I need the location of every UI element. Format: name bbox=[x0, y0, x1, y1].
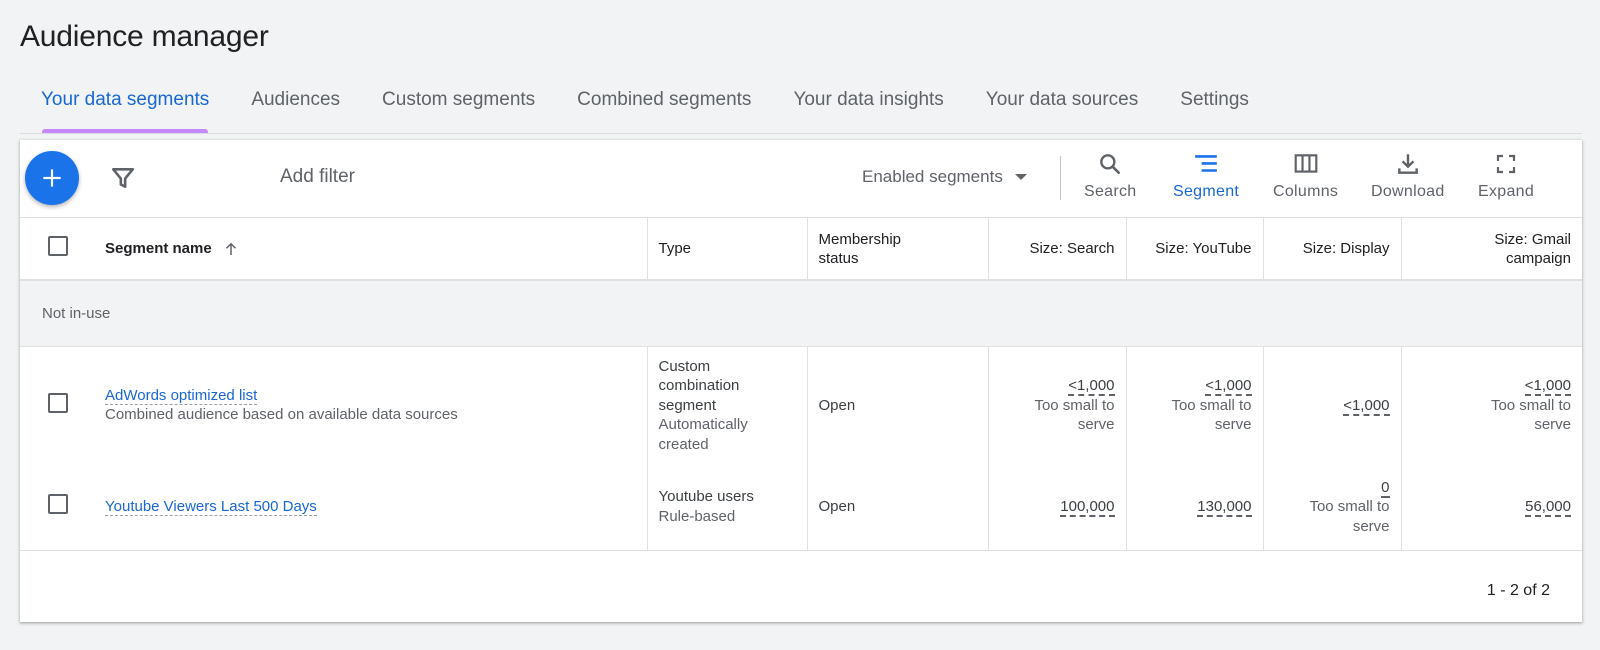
download-button[interactable]: Download bbox=[1371, 150, 1445, 201]
row-select-cell bbox=[20, 464, 94, 551]
segments-table: Segment name Type Membership status Size… bbox=[20, 218, 1582, 551]
download-label: Download bbox=[1371, 183, 1445, 200]
size-gmail-value[interactable]: 56,000 bbox=[1525, 498, 1571, 517]
segment-name-cell: AdWords optimized list Combined audience… bbox=[94, 346, 648, 464]
size-youtube-value[interactable]: <1,000 bbox=[1205, 377, 1252, 396]
size-display-value[interactable]: 0 bbox=[1381, 478, 1390, 498]
col-size-gmail[interactable]: Size: Gmail campaign bbox=[1401, 218, 1582, 281]
arrow-up-icon bbox=[225, 242, 236, 255]
membership-status-cell: Open bbox=[807, 346, 989, 464]
segment-icon bbox=[1195, 155, 1217, 172]
row-select-cell bbox=[20, 346, 94, 464]
expand-icon bbox=[1496, 154, 1516, 174]
col-membership-status-label: Membership status bbox=[818, 230, 902, 267]
columns-label: Columns bbox=[1273, 183, 1339, 200]
type-secondary: Rule-based bbox=[658, 507, 736, 525]
add-filter-button[interactable]: Add filter bbox=[280, 166, 355, 188]
type-secondary: Automatically created bbox=[658, 416, 748, 453]
expand-label: Expand bbox=[1478, 183, 1535, 200]
size-display-value[interactable]: <1,000 bbox=[1343, 396, 1390, 416]
search-icon bbox=[1100, 154, 1121, 174]
col-type[interactable]: Type bbox=[647, 218, 808, 281]
audience-manager-page: Audience manager Your data segments Audi… bbox=[0, 0, 1600, 650]
size-youtube-note: Too small to serve bbox=[1171, 396, 1252, 434]
table-toolbar: Add filter Enabled segments Search Segme… bbox=[20, 140, 1582, 218]
tab-audiences[interactable]: Audiences bbox=[230, 82, 361, 133]
size-youtube-value[interactable]: 130,000 bbox=[1197, 498, 1252, 517]
group-row-not-in-use: Not in-use bbox=[20, 280, 1582, 347]
size-youtube-cell: <1,000 Too small to serve bbox=[1126, 346, 1264, 464]
segment-name-cell: Youtube Viewers Last 500 Days bbox=[94, 464, 648, 551]
tab-settings[interactable]: Settings bbox=[1159, 82, 1270, 133]
membership-status-cell: Open bbox=[807, 464, 989, 551]
dropdown-value: Enabled segments bbox=[862, 167, 1003, 186]
tab-your-data-sources[interactable]: Your data sources bbox=[965, 82, 1159, 133]
segment-name-link[interactable]: AdWords optimized list bbox=[105, 386, 258, 405]
table-header-row: Segment name Type Membership status Size… bbox=[20, 218, 1582, 281]
type-cell: Youtube users Rule-based bbox=[647, 464, 808, 551]
size-search-value[interactable]: <1,000 bbox=[1068, 377, 1115, 396]
tab-your-data-insights[interactable]: Your data insights bbox=[772, 82, 964, 133]
tab-custom-segments[interactable]: Custom segments bbox=[361, 82, 556, 133]
caret-down-icon bbox=[1014, 174, 1027, 180]
col-segment-name-label: Segment name bbox=[105, 240, 212, 257]
plus-icon bbox=[43, 169, 61, 187]
type-primary: Youtube users bbox=[658, 488, 754, 506]
size-search-note: Too small to serve bbox=[1034, 396, 1115, 434]
col-size-display[interactable]: Size: Display bbox=[1263, 218, 1402, 281]
col-size-search[interactable]: Size: Search bbox=[988, 218, 1127, 281]
tab-combined-segments[interactable]: Combined segments bbox=[556, 82, 772, 133]
size-gmail-cell: 56,000 bbox=[1401, 464, 1582, 551]
select-all-checkbox[interactable] bbox=[48, 236, 68, 256]
columns-button[interactable]: Columns bbox=[1273, 150, 1338, 201]
size-display-note: Too small to serve bbox=[1309, 498, 1390, 535]
row-checkbox[interactable] bbox=[48, 392, 68, 413]
table-row: AdWords optimized list Combined audience… bbox=[20, 346, 1582, 464]
col-size-youtube[interactable]: Size: YouTube bbox=[1126, 218, 1264, 281]
segment-button[interactable]: Segment bbox=[1173, 150, 1239, 201]
select-all-cell bbox=[20, 218, 94, 281]
expand-button[interactable]: Expand bbox=[1478, 150, 1534, 201]
table-row: Youtube Viewers Last 500 Days Youtube us… bbox=[20, 464, 1582, 551]
size-gmail-value[interactable]: <1,000 bbox=[1524, 377, 1571, 396]
search-button[interactable]: Search bbox=[1084, 150, 1137, 201]
size-display-cell: 0 Too small to serve bbox=[1263, 464, 1402, 551]
col-membership-status[interactable]: Membership status bbox=[807, 218, 989, 281]
search-label: Search bbox=[1084, 183, 1137, 200]
size-youtube-cell: 130,000 bbox=[1126, 464, 1264, 551]
segment-label: Segment bbox=[1173, 183, 1240, 200]
col-segment-name[interactable]: Segment name bbox=[94, 218, 648, 281]
type-cell: Custom combination segment Automatically… bbox=[647, 346, 808, 464]
download-icon bbox=[1397, 154, 1418, 174]
toolbar-divider bbox=[1060, 156, 1061, 200]
row-checkbox[interactable] bbox=[48, 494, 68, 514]
segment-status-dropdown[interactable]: Enabled segments bbox=[862, 167, 1027, 187]
tab-your-data-segments[interactable]: Your data segments bbox=[20, 82, 230, 133]
group-label: Not in-use bbox=[20, 280, 1582, 347]
col-size-gmail-label: Size: Gmail campaign bbox=[1494, 230, 1571, 267]
type-primary: Custom combination segment bbox=[658, 357, 740, 414]
columns-icon bbox=[1294, 154, 1317, 173]
size-display-cell: <1,000 bbox=[1263, 346, 1402, 464]
size-search-cell: 100,000 bbox=[988, 464, 1127, 551]
create-segment-button[interactable] bbox=[25, 151, 79, 205]
page-title: Audience manager bbox=[20, 20, 269, 53]
size-gmail-note: Too small to serve bbox=[1490, 396, 1571, 434]
segment-name-link[interactable]: Youtube Viewers Last 500 Days bbox=[105, 498, 317, 516]
segment-description: Combined audience based on available dat… bbox=[105, 406, 458, 424]
size-search-value[interactable]: 100,000 bbox=[1060, 498, 1115, 517]
size-search-cell: <1,000 Too small to serve bbox=[988, 346, 1127, 464]
size-gmail-cell: <1,000 Too small to serve bbox=[1401, 346, 1582, 464]
tab-bar: Your data segments Audiences Custom segm… bbox=[20, 82, 1582, 134]
filter-icon[interactable] bbox=[110, 165, 136, 191]
pagination-summary: 1 - 2 of 2 bbox=[1486, 582, 1550, 599]
segments-table-card: Add filter Enabled segments Search Segme… bbox=[20, 140, 1582, 622]
